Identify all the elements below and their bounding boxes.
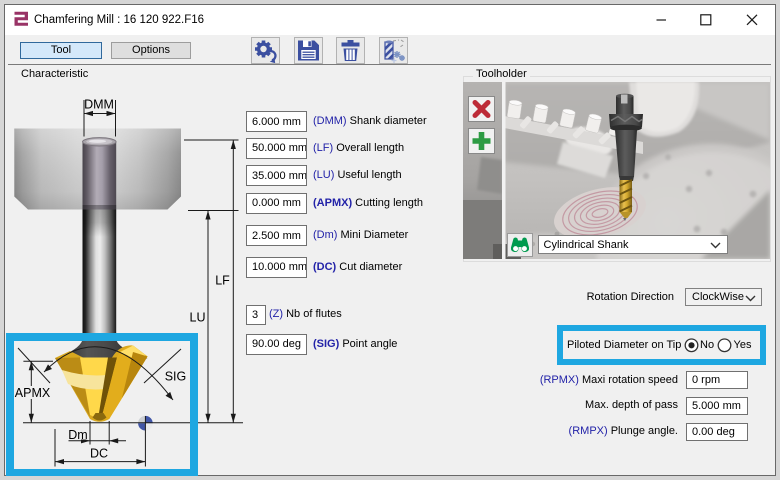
svg-text:DC: DC xyxy=(90,447,108,461)
svg-text:LU: LU xyxy=(190,311,206,325)
svg-text:SIG: SIG xyxy=(165,370,187,384)
svg-text:LF: LF xyxy=(215,274,230,288)
svg-text:Dm: Dm xyxy=(68,428,87,442)
svg-text:APMX: APMX xyxy=(15,386,51,400)
svg-text:DMM: DMM xyxy=(84,98,114,112)
